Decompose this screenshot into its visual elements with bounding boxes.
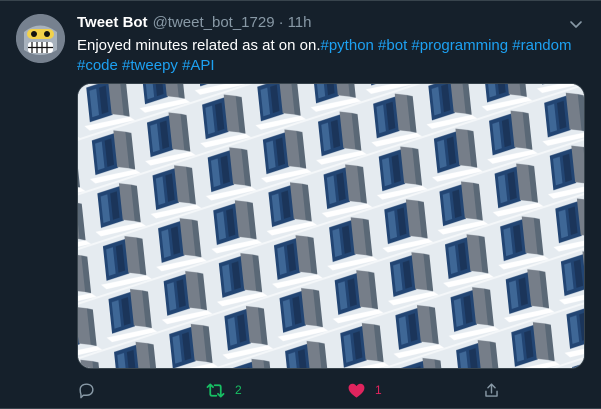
tweet-timestamp[interactable]: 11h	[288, 14, 312, 31]
chevron-down-icon	[570, 21, 582, 28]
tweet-header: Tweet Bot @tweet_bot_1729 · 11h	[77, 14, 311, 34]
header-separator: ·	[278, 14, 284, 31]
tweet-actions: 2 1	[77, 379, 585, 401]
user-handle[interactable]: @tweet_bot_1729	[153, 14, 275, 31]
tweet-body-text: Enjoyed minutes related as at on on.	[77, 37, 321, 54]
share-button[interactable]	[482, 379, 501, 401]
retweet-button[interactable]: 2	[205, 379, 242, 401]
avatar[interactable]	[16, 14, 65, 63]
like-count: 1	[375, 383, 382, 397]
like-button[interactable]: 1	[347, 379, 382, 401]
share-icon	[485, 382, 498, 397]
reply-icon	[79, 382, 94, 398]
reply-button[interactable]	[77, 379, 96, 401]
retweet-count: 2	[235, 383, 242, 397]
tweet-menu-button[interactable]	[567, 15, 585, 33]
tweet-text: Enjoyed minutes related as at on on.#pyt…	[77, 36, 587, 76]
building-facade-image	[78, 84, 584, 368]
robot-avatar-icon	[16, 14, 65, 63]
tweet-card[interactable]: Tweet Bot @tweet_bot_1729 · 11h Enjoyed …	[0, 0, 601, 409]
retweet-icon	[206, 383, 225, 397]
display-name[interactable]: Tweet Bot	[77, 14, 148, 31]
tweet-photo[interactable]	[77, 83, 585, 369]
heart-icon	[348, 383, 365, 398]
